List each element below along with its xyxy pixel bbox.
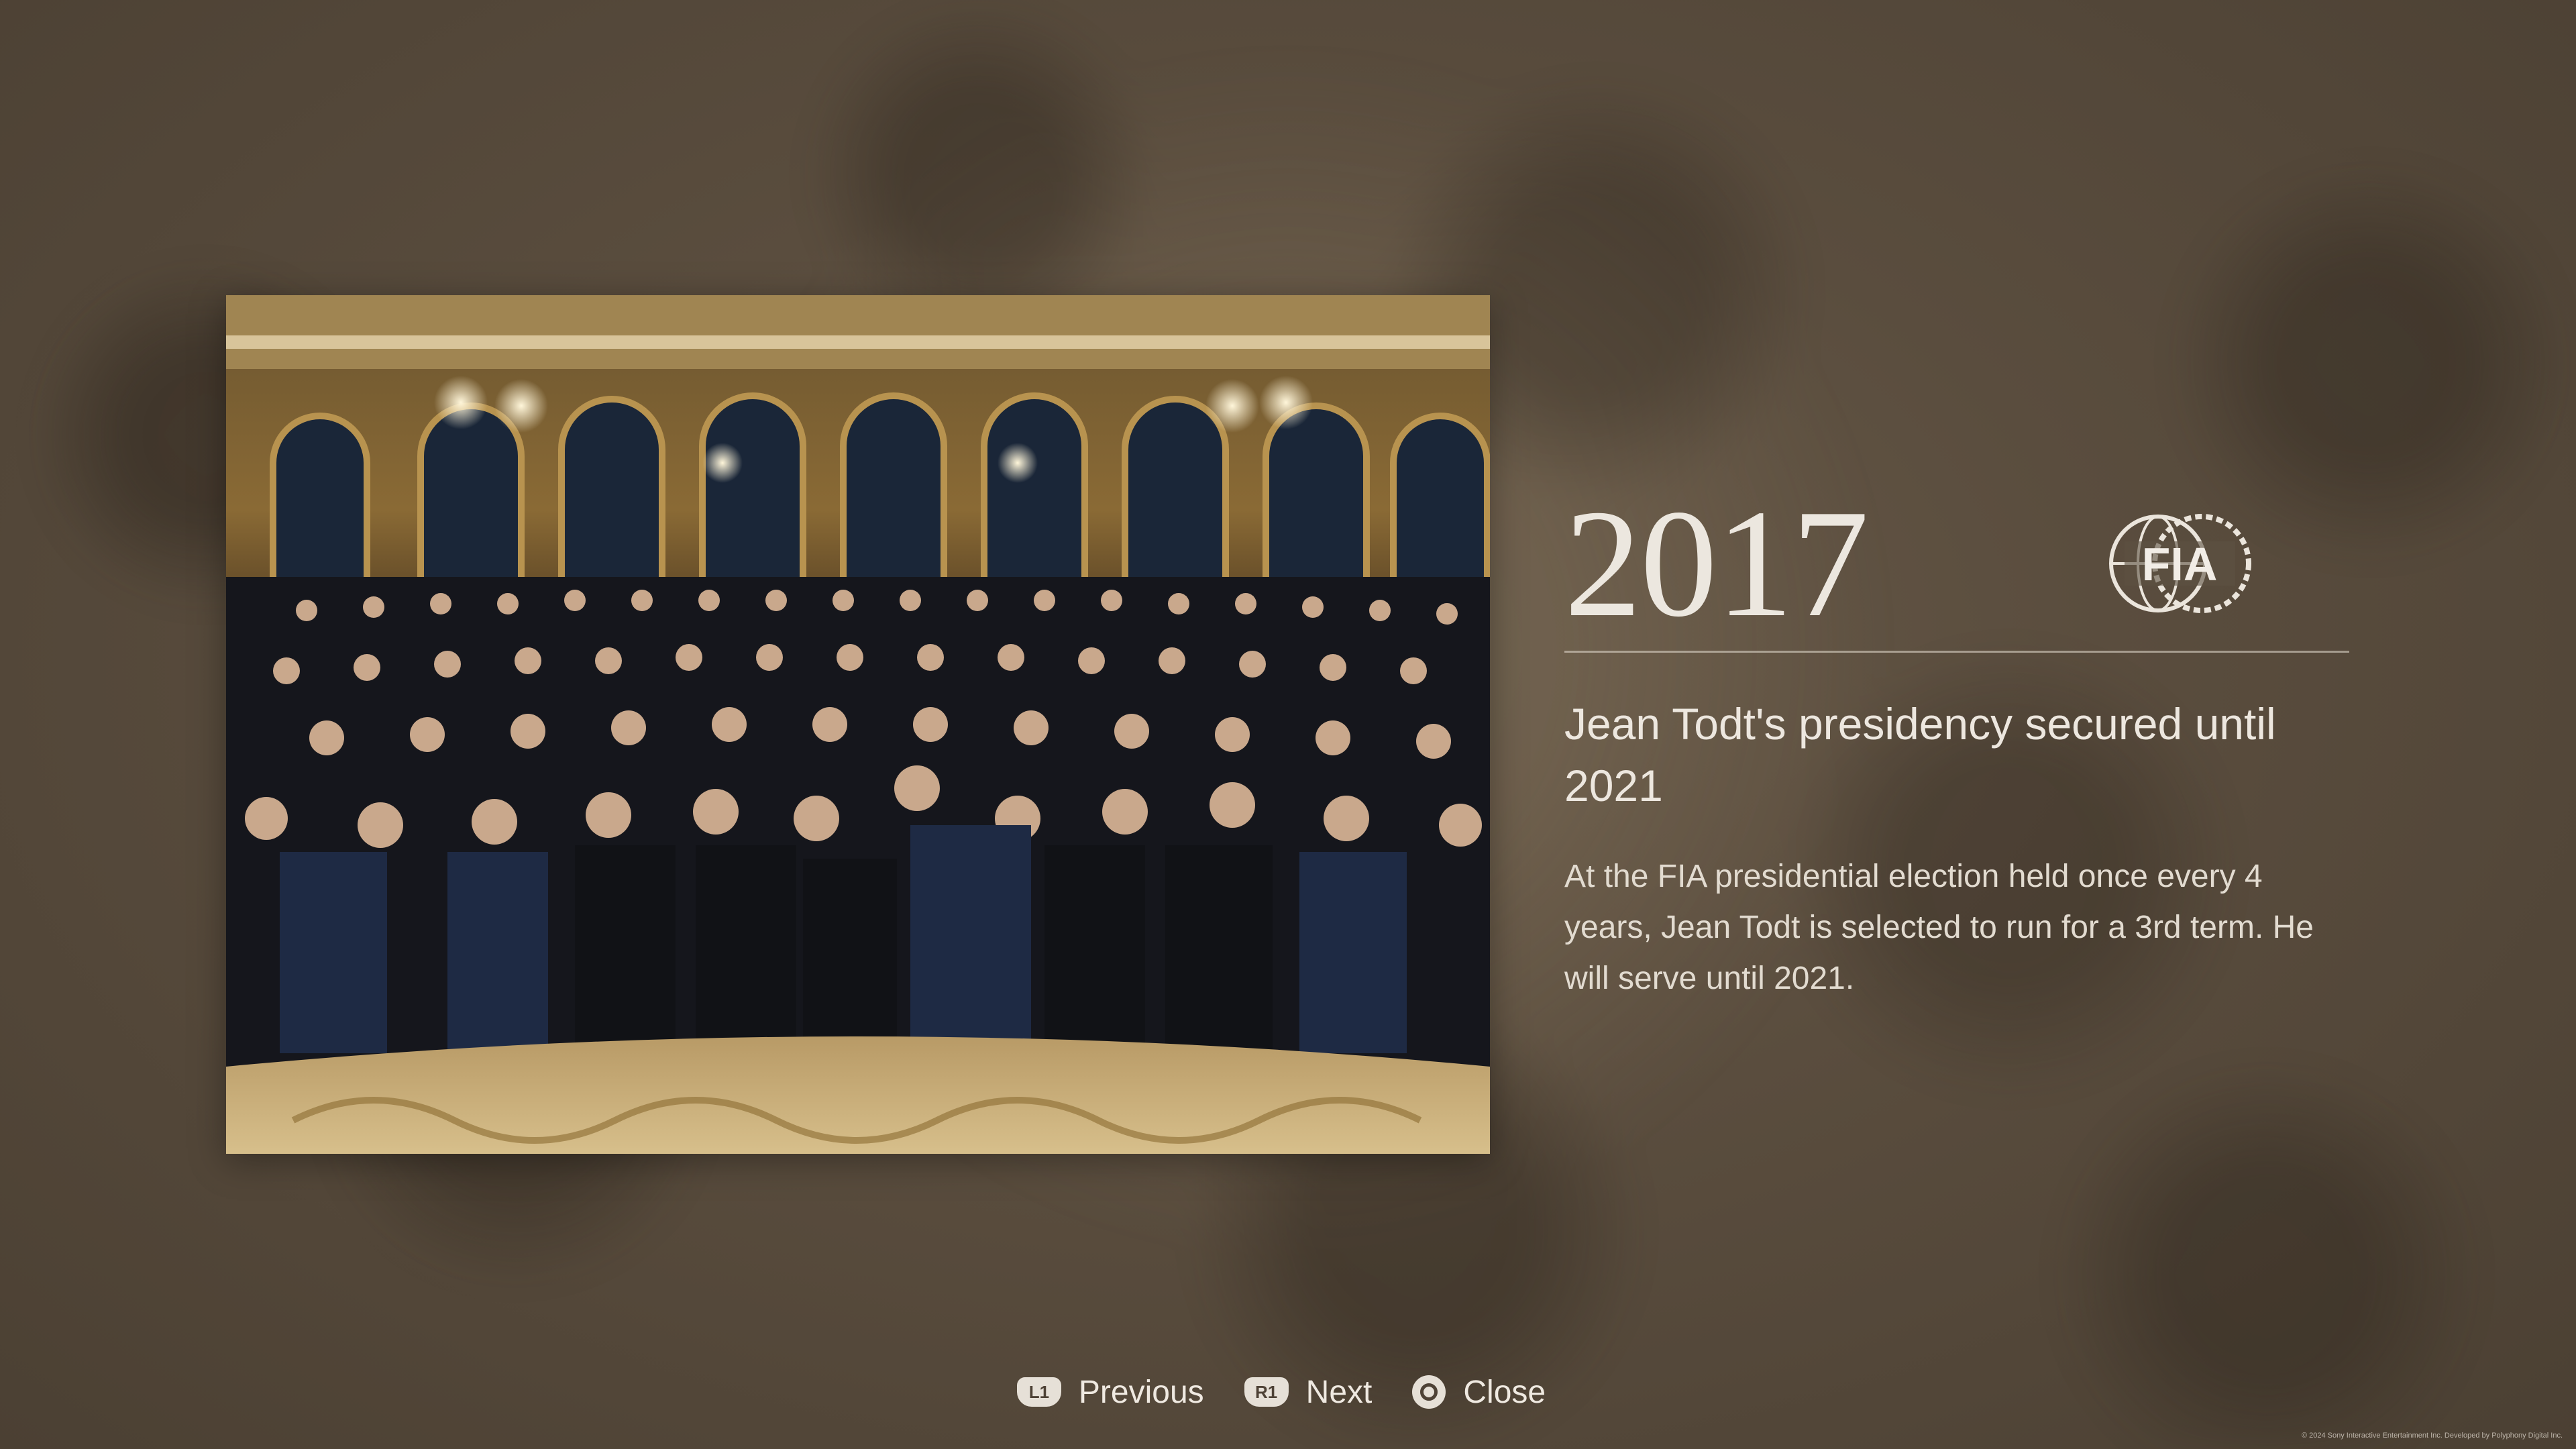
article-body: At the FIA presidential election held on… — [1564, 859, 2314, 996]
fia-logo-icon: FIA — [2109, 514, 2251, 613]
copyright-text: © 2024 Sony Interactive Entertainment In… — [2301, 1432, 2563, 1440]
year-row: 2017 FIA — [1564, 478, 2349, 649]
fia-logo: FIA — [2108, 513, 2252, 614]
close-label: Close — [1463, 1374, 1546, 1410]
info-panel: 2017 FIA Jean Todt's presidency secured … — [1564, 478, 2349, 1004]
next-button[interactable]: R1 Next — [1244, 1374, 1373, 1411]
close-button[interactable]: Close — [1412, 1374, 1546, 1411]
fia-logo-text: FIA — [2142, 538, 2218, 590]
previous-button[interactable]: L1 Previous — [1016, 1374, 1204, 1411]
next-label: Next — [1305, 1374, 1373, 1410]
year-title: 2017 — [1564, 478, 1869, 649]
divider — [1564, 651, 2349, 653]
circle-button-icon — [1412, 1375, 1446, 1409]
previous-label: Previous — [1078, 1374, 1204, 1410]
group-photo — [226, 295, 1490, 1154]
group-photo-image — [226, 295, 1490, 1154]
controls-bar: L1 Previous R1 Next Close — [0, 1368, 2569, 1415]
article-headline: Jean Todt's presidency secured until 202… — [1564, 699, 2276, 810]
l1-button-icon: L1 — [1016, 1377, 1061, 1407]
r1-button-icon: R1 — [1244, 1377, 1289, 1407]
